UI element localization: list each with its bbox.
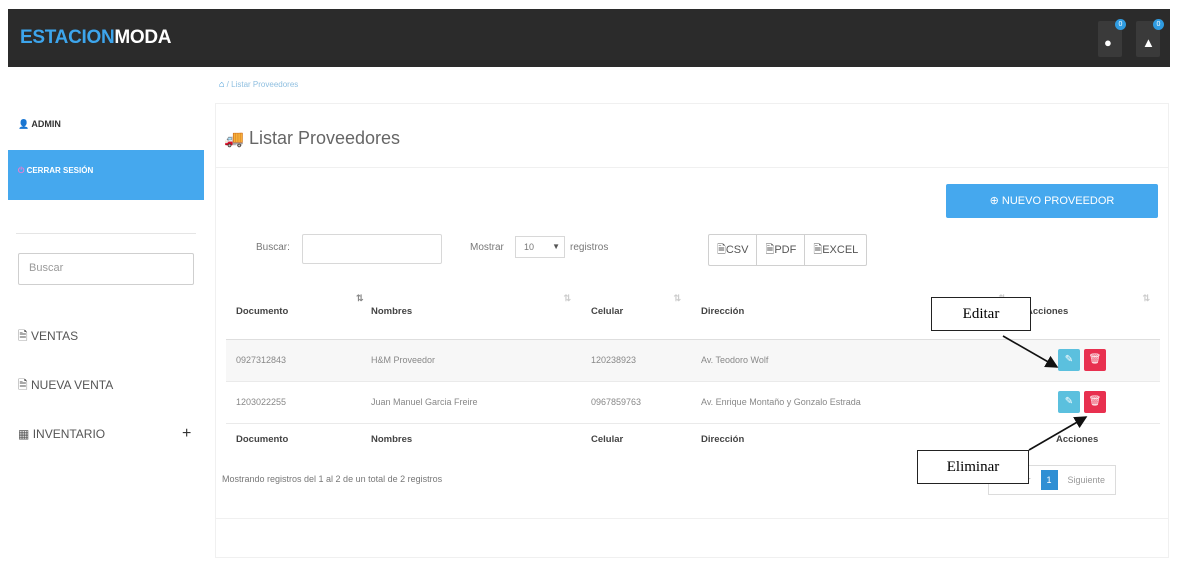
messages-badge: 0 — [1115, 19, 1126, 30]
bottom-divider — [216, 518, 1168, 519]
file-icon: 🗎 — [765, 244, 775, 256]
column-header-nombres[interactable]: Nombres ⇅ — [361, 281, 581, 340]
delete-button[interactable]: 🗑 — [1084, 391, 1106, 413]
sidebar-item-label: INVENTARIO — [32, 427, 106, 441]
export-button-group: 🗎CSV 🗎PDF 🗎EXCEL — [708, 234, 868, 266]
user-icon: ● — [1104, 35, 1112, 50]
footer-acciones: Acciones — [1016, 422, 1160, 455]
sort-icon: ⇅ — [563, 293, 571, 303]
page-title-text: Listar Proveedores — [248, 128, 401, 148]
file-icon: 🗎 — [18, 378, 28, 392]
column-header-label: Documento — [236, 305, 289, 317]
export-excel-label: EXCEL — [822, 244, 859, 256]
brand-text-part1: ESTACION — [20, 27, 115, 48]
logout-label: CERRAR SESIÓN — [26, 166, 94, 175]
sidebar-divider — [16, 233, 196, 234]
notifications-badge: 0 — [1153, 19, 1164, 30]
edit-callout: Editar — [931, 297, 1031, 331]
sidebar-item-inventario[interactable]: ▦ INVENTARIO — [18, 427, 105, 441]
truck-icon: 🚚 — [224, 131, 244, 148]
column-header-label: Nombres — [371, 305, 413, 317]
records-label: registros — [570, 242, 609, 253]
cell-documento: 0927312843 — [226, 339, 361, 382]
export-pdf-label: PDF — [774, 244, 797, 256]
new-provider-button[interactable]: ⊕ NUEVO PROVEEDOR — [946, 184, 1158, 218]
cell-acciones: ✎ 🗑 — [1016, 339, 1160, 382]
table-info: Mostrando registros del 1 al 2 de un tot… — [222, 474, 443, 484]
table-row: 1203022255 Juan Manuel Garcia Freire 096… — [226, 381, 1160, 424]
sidebar-item-ventas[interactable]: 🗎 VENTAS — [18, 327, 78, 348]
sidebar-user-label: ADMIN — [31, 119, 61, 129]
sidebar: 👤 ADMIN ⏻ CERRAR SESIÓN Buscar 🗎 VENTAS … — [8, 67, 204, 576]
bell-icon: ▲ — [1142, 35, 1155, 50]
footer-documento: Documento — [226, 422, 361, 455]
breadcrumb-current[interactable]: Listar Proveedores — [231, 80, 298, 89]
home-icon[interactable]: ⌂ — [219, 79, 224, 89]
cell-celular: 120238923 — [581, 339, 691, 382]
boxes-icon: ▦ — [18, 427, 30, 441]
top-navbar: ESTACIONMODA ● 0 ▲ 0 — [8, 9, 1170, 67]
export-excel-button[interactable]: 🗎EXCEL — [805, 235, 866, 265]
brand-text-part2: MODA — [114, 27, 172, 48]
new-provider-label: NUEVO PROVEEDOR — [1001, 195, 1115, 207]
cell-nombres: Juan Manuel Garcia Freire — [361, 381, 581, 424]
column-header-label: Celular — [591, 305, 624, 317]
breadcrumb-separator: / — [226, 80, 229, 89]
export-csv-label: CSV — [725, 244, 749, 256]
brand-logo[interactable]: ESTACIONMODA — [20, 27, 172, 49]
delete-callout: Eliminar — [917, 450, 1029, 484]
notifications-button[interactable]: ▲ 0 — [1136, 19, 1164, 57]
column-header-acciones[interactable]: Acciones ⇅ — [1016, 281, 1160, 340]
breadcrumb: ⌂ / Listar Proveedores — [219, 79, 298, 89]
chevron-down-icon: ▼ — [552, 242, 560, 251]
pagination-next[interactable]: Siguiente — [1058, 466, 1116, 494]
column-header-documento[interactable]: Documento ⇅ — [226, 281, 364, 340]
sidebar-item-label: VENTAS — [31, 329, 79, 343]
cell-direccion: Av. Enrique Montaño y Gonzalo Estrada — [691, 381, 1016, 424]
column-header-celular[interactable]: Celular ⇅ — [581, 281, 691, 340]
page-title: 🚚 Listar Proveedores — [224, 128, 400, 149]
edit-button[interactable]: ✎ — [1058, 391, 1080, 413]
messages-button[interactable]: ● 0 — [1098, 19, 1126, 57]
file-icon: 🗎 — [18, 329, 28, 343]
power-icon: ⏻ — [18, 166, 25, 175]
sort-icon: ⇅ — [673, 293, 681, 303]
sidebar-item-nueva-venta[interactable]: 🗎 NUEVA VENTA — [18, 376, 113, 397]
footer-nombres: Nombres — [361, 422, 581, 455]
page-size-value: 10 — [524, 242, 535, 252]
page-size-select[interactable]: 10 ▼ — [515, 236, 565, 258]
file-icon: 🗎 — [813, 244, 823, 256]
show-label: Mostrar — [470, 242, 504, 253]
sidebar-user[interactable]: 👤 ADMIN — [18, 119, 61, 130]
edit-button[interactable]: ✎ — [1058, 349, 1080, 371]
sort-icon: ⇅ — [1142, 293, 1150, 303]
search-label: Buscar: — [256, 242, 290, 253]
table-row: 0927312843 H&M Proveedor 120238923 Av. T… — [226, 339, 1160, 382]
sidebar-item-label: NUEVA VENTA — [31, 378, 114, 392]
footer-celular: Celular — [581, 422, 691, 455]
column-header-label: Dirección — [701, 305, 745, 317]
pagination-current-page[interactable]: 1 — [1040, 470, 1058, 490]
cell-documento: 1203022255 — [226, 381, 361, 424]
sidebar-search-input[interactable]: Buscar — [18, 253, 194, 285]
file-icon: 🗎 — [717, 244, 726, 256]
cell-acciones: ✎ 🗑 — [1016, 381, 1160, 424]
cell-direccion: Av. Teodoro Wolf — [691, 339, 1016, 382]
export-pdf-button[interactable]: 🗎PDF — [757, 235, 806, 265]
cell-celular: 0967859763 — [581, 381, 691, 424]
logout-button[interactable]: ⏻ CERRAR SESIÓN — [8, 150, 204, 200]
delete-button[interactable]: 🗑 — [1084, 349, 1106, 371]
title-divider — [216, 167, 1168, 168]
user-icon: 👤 — [18, 119, 30, 129]
expand-inventario-icon[interactable]: + — [182, 425, 191, 443]
export-csv-button[interactable]: 🗎CSV — [709, 235, 758, 265]
table-search-input[interactable] — [302, 234, 442, 264]
cell-nombres: H&M Proveedor — [361, 339, 581, 382]
plus-icon: ⊕ — [989, 195, 999, 207]
column-header-label: Acciones — [1026, 305, 1069, 317]
